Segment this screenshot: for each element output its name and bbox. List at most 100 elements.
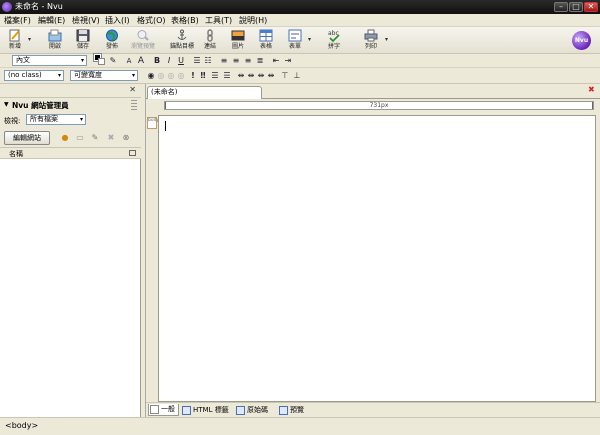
underline-icon[interactable]: U — [176, 56, 186, 66]
chevron-down-icon: ▾ — [131, 72, 135, 79]
printer-icon — [364, 29, 378, 42]
name-column-header[interactable]: 名稱 — [0, 148, 141, 159]
close-icon[interactable]: ✕ — [129, 85, 136, 94]
menu-format[interactable]: 格式(O) — [137, 15, 166, 26]
align-top-icon[interactable]: ☰ — [210, 71, 220, 81]
layer-icon[interactable]: ◉ — [146, 71, 156, 81]
font-select[interactable]: 可變寬度 ▾ — [70, 70, 138, 81]
spacing-4-icon[interactable]: ⇹ — [266, 71, 276, 81]
form-label: 表單 — [288, 43, 301, 50]
new-file-icon — [9, 29, 20, 42]
font-smaller-icon[interactable]: A — [124, 56, 134, 66]
menu-tools[interactable]: 工具(T) — [205, 15, 232, 26]
outdent-icon[interactable]: ⇤ — [271, 56, 281, 66]
bullet-list-icon[interactable]: ☷ — [203, 56, 213, 66]
spell-check-icon: abc — [328, 30, 340, 42]
save-button[interactable]: 儲存 — [68, 28, 98, 53]
font-value: 可變寬度 — [74, 71, 102, 79]
spacing-icon[interactable]: ⇹ — [236, 71, 246, 81]
source-icon — [236, 406, 245, 415]
tab-source[interactable]: 原始碼 — [234, 404, 272, 416]
color-picker[interactable] — [93, 53, 106, 66]
anchor-label: 錨點目標 — [169, 43, 194, 50]
italic-icon[interactable]: I — [164, 56, 174, 66]
open-button[interactable]: 開啟 — [40, 28, 70, 53]
collapse-triangle-icon[interactable]: ▼ — [4, 101, 9, 108]
body-tag-marker[interactable]: body — [147, 117, 159, 129]
tab-normal[interactable]: 一般 — [148, 404, 179, 416]
spell-button[interactable]: abc 拼字 — [319, 28, 349, 53]
menu-file[interactable]: 檔案(F) — [4, 15, 31, 26]
tab-preview[interactable]: 預覽 — [277, 404, 308, 416]
editor-canvas[interactable] — [158, 115, 596, 402]
image-icon — [231, 30, 245, 41]
css-class-select[interactable]: (no class) ▾ — [4, 70, 64, 81]
minimize-button[interactable]: – — [554, 2, 568, 12]
paragraph-format-select[interactable]: 內文 ▾ — [12, 55, 87, 66]
form-button[interactable]: 表單 — [280, 28, 310, 53]
close-tab-icon[interactable]: ✖ — [588, 86, 596, 94]
new-folder-icon[interactable]: ▭ — [75, 133, 85, 143]
new-dropdown-icon[interactable]: ▾ — [28, 36, 31, 43]
print-button[interactable]: 列印 — [356, 28, 386, 53]
delete-icon[interactable]: ✖ — [106, 133, 116, 143]
align-middle-icon[interactable]: ☰ — [222, 71, 232, 81]
background-color-swatch[interactable] — [98, 58, 105, 65]
indent-icon[interactable]: ⇥ — [283, 56, 293, 66]
column-picker-icon[interactable] — [129, 150, 136, 156]
double-exclamation-icon[interactable]: ‼ — [198, 71, 208, 81]
name-column-label: 名稱 — [9, 150, 23, 158]
site-folder-icon[interactable]: ● — [60, 133, 70, 143]
align-right-icon[interactable]: ≡ — [243, 56, 253, 66]
layer-back-icon[interactable]: ◎ — [156, 71, 166, 81]
view-filter-select[interactable]: 所有檔案 ▾ — [26, 114, 86, 125]
menu-table[interactable]: 表格(B) — [171, 15, 199, 26]
align-center-icon[interactable]: ≡ — [231, 56, 241, 66]
spacing-2-icon[interactable]: ⇹ — [246, 71, 256, 81]
edit-sites-button[interactable]: 編輯網站 — [4, 131, 50, 145]
spacing-3-icon[interactable]: ⇹ — [256, 71, 266, 81]
nvu-logo: Nvu — [572, 31, 591, 50]
justify-icon[interactable]: ≣ — [255, 56, 265, 66]
tab-html-tags[interactable]: HTML 標籤 — [180, 404, 233, 416]
valign-top-icon[interactable]: ⊤ — [280, 71, 290, 81]
stop-icon[interactable]: ⊗ — [121, 133, 131, 143]
preview-magnifier-icon — [279, 406, 288, 415]
status-tag-path[interactable]: <body> — [5, 421, 38, 430]
table-icon — [259, 29, 273, 42]
print-dropdown-icon[interactable]: ▾ — [385, 36, 388, 43]
close-button[interactable]: ✕ — [584, 2, 598, 12]
bold-icon[interactable]: B — [152, 56, 162, 66]
exclamation-icon[interactable]: ! — [188, 71, 198, 81]
maximize-button[interactable]: □ — [569, 2, 583, 12]
layer-front-icon[interactable]: ◎ — [166, 71, 176, 81]
publish-button[interactable]: 發佈 — [97, 28, 127, 53]
tab-untitled[interactable]: (未命名) — [147, 86, 262, 99]
menu-view[interactable]: 檢視(V) — [72, 15, 100, 26]
form-dropdown-icon[interactable]: ▾ — [308, 36, 311, 43]
new-button[interactable]: 新增 — [0, 28, 30, 53]
editor-container: body — [146, 113, 600, 402]
ruler-width-label: 731px — [369, 102, 389, 109]
layer-toggle-icon[interactable]: ◎ — [176, 71, 186, 81]
menu-help[interactable]: 說明(H) — [239, 15, 267, 26]
menu-edit[interactable]: 編輯(E) — [38, 15, 65, 26]
grip-icon[interactable] — [131, 100, 137, 110]
css-class-value: (no class) — [8, 71, 42, 79]
link-button[interactable]: 連結 — [195, 28, 225, 53]
tab-html-tags-label: HTML 標籤 — [193, 406, 229, 414]
numbered-list-icon[interactable]: ☰ — [192, 56, 202, 66]
browse-button[interactable]: 瀏覽預覽 — [128, 28, 158, 53]
chevron-down-icon: ▾ — [57, 72, 61, 79]
rename-icon[interactable]: ✎ — [90, 133, 100, 143]
valign-bottom-icon[interactable]: ⊥ — [292, 71, 302, 81]
image-button[interactable]: 圖片 — [223, 28, 253, 53]
publish-label: 發佈 — [105, 43, 118, 50]
table-button[interactable]: 表格 — [251, 28, 281, 53]
align-left-icon[interactable]: ≡ — [219, 56, 229, 66]
menu-insert[interactable]: 插入(I) — [105, 15, 130, 26]
font-larger-icon[interactable]: A — [136, 56, 146, 66]
highlight-pen-icon[interactable]: ✎ — [108, 56, 118, 66]
anchor-button[interactable]: 錨點目標 — [167, 28, 197, 53]
text-caret — [165, 121, 166, 131]
